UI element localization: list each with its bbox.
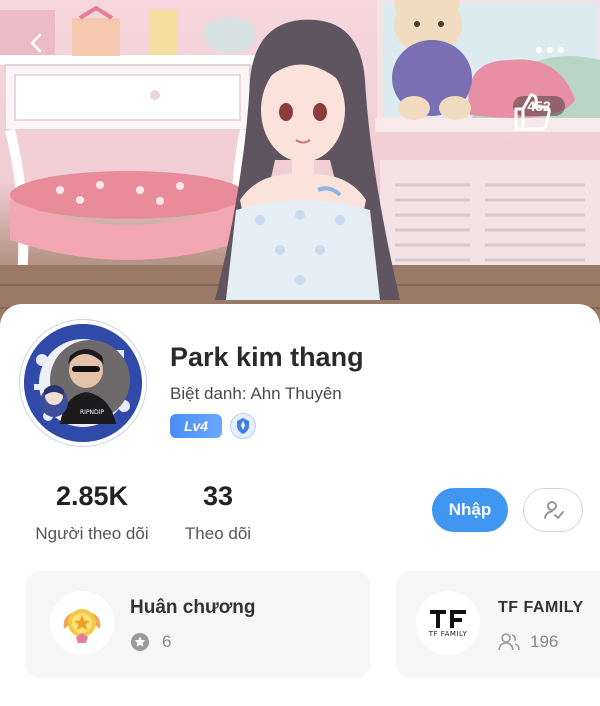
family-logo: TF FAMILY xyxy=(416,591,480,655)
nickname-label: Biệt danh: xyxy=(170,384,247,403)
followers-label: Người theo dõi xyxy=(35,524,149,543)
add-friend-icon xyxy=(544,501,564,519)
back-arrow-icon xyxy=(30,33,42,53)
back-button[interactable] xyxy=(26,32,62,68)
like-button[interactable]: 452 xyxy=(510,90,568,166)
family-member-count: 196 xyxy=(530,632,559,651)
medal-card[interactable]: Huân chương 6 xyxy=(26,571,370,678)
medal-icon-wrap xyxy=(50,591,114,655)
following-label: Theo dõi xyxy=(184,524,252,543)
followers-stat[interactable]: 2.85K Người theo dõi xyxy=(30,481,154,544)
more-dots-icon xyxy=(536,47,542,53)
family-title: TF FAMILY xyxy=(498,599,584,616)
avatar[interactable]: RIPNDIP xyxy=(20,320,146,446)
verified-badge-icon xyxy=(237,418,249,434)
family-logo-text: TF FAMILY xyxy=(428,630,468,638)
cover-image: 452 xyxy=(0,0,600,330)
medal-count: 6 xyxy=(162,632,172,651)
more-options-button[interactable] xyxy=(526,36,574,64)
following-stat[interactable]: 33 Theo dõi xyxy=(178,481,258,544)
medal-count-row: 6 xyxy=(130,632,171,652)
family-logo-mark xyxy=(430,610,466,628)
svg-text:RIPNDIP: RIPNDIP xyxy=(80,409,104,416)
star-coin-icon xyxy=(131,633,149,651)
medal-icon xyxy=(63,609,101,643)
medal-title: Huân chương xyxy=(130,597,256,618)
nickname-value: Ahn Thuyên xyxy=(250,384,342,403)
members-icon xyxy=(498,633,520,651)
profile-page: 452 RIPNDIP Park kim thang Biệt danh: Ah xyxy=(0,0,600,706)
profile-name: Park kim thang xyxy=(170,342,364,372)
following-count: 33 xyxy=(202,481,234,511)
add-friend-button[interactable] xyxy=(523,488,583,532)
level-badge[interactable]: Lv4 xyxy=(170,414,222,438)
family-card[interactable]: TF FAMILY TF FAMILY 196 xyxy=(396,571,600,678)
followers-count: 2.85K xyxy=(55,481,129,511)
family-count-row: 196 xyxy=(498,632,558,652)
join-button[interactable]: Nhập xyxy=(432,488,508,532)
nickname: Biệt danh: Ahn Thuyên xyxy=(170,384,342,404)
verified-badge[interactable] xyxy=(230,413,256,439)
thumbs-up-icon xyxy=(514,93,551,131)
